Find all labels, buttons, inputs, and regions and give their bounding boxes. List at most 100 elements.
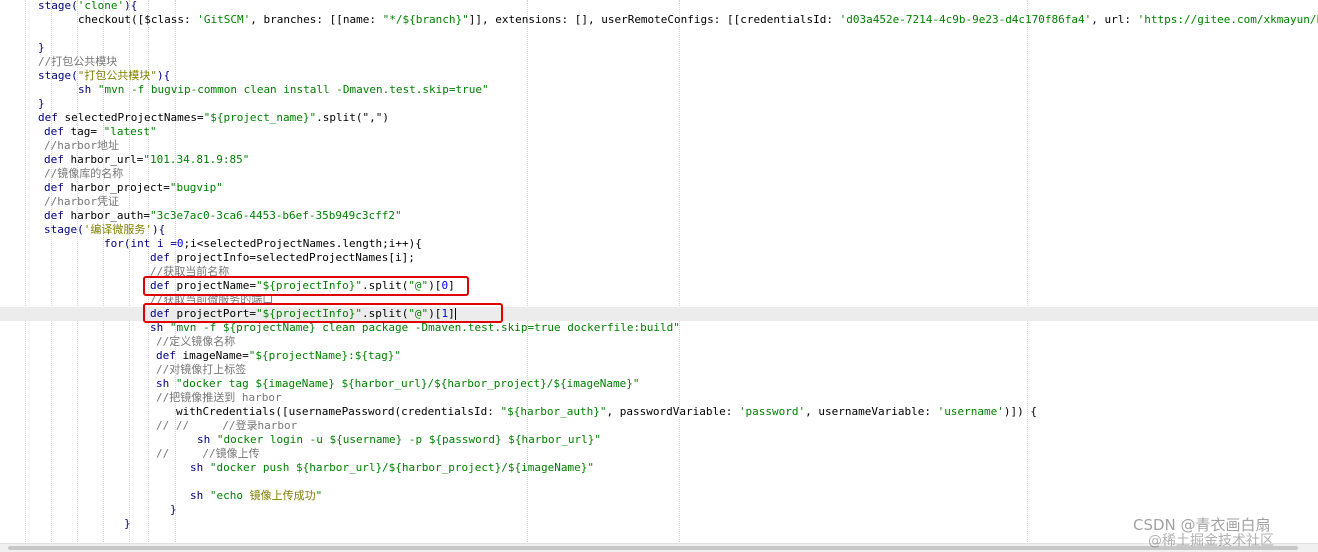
code-line-text: //把镜像推送到 harbor: [156, 391, 282, 405]
code-line[interactable]: def harbor_project="bugvip": [0, 181, 1318, 195]
code-line-text: }: [38, 97, 45, 111]
code-token: ){: [152, 223, 166, 236]
code-token: ){: [157, 69, 171, 82]
code-line[interactable]: }: [0, 503, 1318, 517]
code-line[interactable]: sh "echo 镜像上传成功": [0, 489, 1318, 503]
code-token: ]], extensions: [], userRemoteConfigs: […: [468, 13, 840, 26]
code-line[interactable]: //镜像库的名称: [0, 167, 1318, 181]
code-token: 'clone': [77, 0, 125, 12]
code-line[interactable]: def harbor_auth="3c3e7ac0-3ca6-4453-b6ef…: [0, 209, 1318, 223]
code-token: "latest": [103, 125, 157, 138]
code-line[interactable]: stage('clone'){: [0, 0, 1318, 13]
code-token: "${project_name}": [203, 111, 317, 124]
code-line-text: stage('编译微服务'){: [44, 223, 165, 237]
code-token: "3c3e7ac0-3ca6-4453-b6ef-35b949c3cff2": [149, 209, 402, 222]
code-line[interactable]: withCredentials([usernamePassword(creden…: [0, 405, 1318, 419]
code-line-text: checkout([$class: 'GitSCM', branches: [[…: [78, 13, 1318, 27]
code-token: ": [315, 489, 323, 502]
code-token: def: [150, 251, 177, 264]
code-line-text: //打包公共模块: [38, 55, 117, 69]
code-line[interactable]: }: [0, 97, 1318, 111]
code-token: , branches: [[name:: [250, 13, 383, 26]
code-token: }: [124, 517, 131, 530]
code-line[interactable]: def harbor_url="101.34.81.9:85": [0, 153, 1318, 167]
code-token: //对镜像打上标签: [156, 363, 247, 376]
code-line[interactable]: def selectedProjectNames="${project_name…: [0, 111, 1318, 125]
code-token: harbor_project=: [70, 181, 170, 194]
code-line[interactable]: //对镜像打上标签: [0, 363, 1318, 377]
code-line-text: def harbor_project="bugvip": [44, 181, 223, 195]
code-token: for(int i =: [104, 237, 177, 250]
code-token: "mvn -f bugvip-common clean install -Dma…: [97, 83, 489, 96]
code-line-text: sh "mvn -f bugvip-common clean install -…: [78, 83, 489, 97]
code-line[interactable]: checkout([$class: 'GitSCM', branches: [[…: [0, 13, 1318, 27]
code-line[interactable]: sh "docker push ${harbor_url}/${harbor_p…: [0, 461, 1318, 475]
code-line[interactable]: //打包公共模块: [0, 55, 1318, 69]
code-line[interactable]: sh "docker tag ${imageName} ${harbor_url…: [0, 377, 1318, 391]
scrollbar-thumb[interactable]: [8, 546, 1298, 550]
code-line[interactable]: def projectInfo=selectedProjectNames[i];: [0, 251, 1318, 265]
code-line-text: def harbor_url="101.34.81.9:85": [44, 153, 249, 167]
code-line[interactable]: stage("打包公共模块"){: [0, 69, 1318, 83]
code-token: 'https://gitee.com/xkmayun/b: [1137, 13, 1318, 26]
code-token: "*/${branch}": [382, 13, 469, 26]
code-line[interactable]: //harbor凭证: [0, 195, 1318, 209]
code-token: 'd03a452e-7214-4c9b-9e23-d4c170f86fa4': [839, 13, 1092, 26]
code-line[interactable]: }: [0, 41, 1318, 55]
code-line[interactable]: def tag= "latest": [0, 125, 1318, 139]
code-token: }: [38, 41, 45, 54]
csdn-watermark: CSDN @青衣画白扇: [1133, 516, 1271, 534]
code-token: sh: [190, 489, 210, 502]
code-line-text: }: [38, 41, 45, 55]
code-editor[interactable]: stage('clone'){checkout([$class: 'GitSCM…: [0, 0, 1318, 544]
code-line-text: sh "docker tag ${imageName} ${harbor_url…: [156, 377, 639, 391]
code-token: //镜像库的名称: [44, 167, 124, 180]
code-line[interactable]: sh "docker login -u ${username} -p ${pas…: [0, 433, 1318, 447]
code-token: stage(: [38, 69, 78, 82]
code-token: //打包公共模块: [38, 55, 118, 68]
code-token: 'password': [738, 405, 806, 418]
code-token: .split(","): [316, 111, 390, 124]
code-token: withCredentials([usernamePassword(creden…: [176, 405, 501, 418]
code-token: ){: [124, 0, 138, 12]
code-token: ;i<selectedProjectNames.length;i++){: [183, 237, 422, 250]
code-line[interactable]: // //镜像上传: [0, 447, 1318, 461]
code-token: "bugvip": [169, 181, 223, 194]
code-token: def: [156, 349, 183, 362]
code-token: def: [44, 153, 71, 166]
code-line-text: sh "docker push ${harbor_url}/${harbor_p…: [190, 461, 594, 475]
code-token: "echo: [209, 489, 250, 502]
horizontal-scrollbar[interactable]: [0, 543, 1318, 552]
code-line[interactable]: sh "mvn -f ${projectName} clean package …: [0, 321, 1318, 335]
code-line-text: //harbor地址: [44, 139, 119, 153]
code-line[interactable]: [0, 27, 1318, 41]
highlight-box-project-port: [143, 303, 503, 323]
code-line-text: //定义镜像名称: [156, 335, 235, 349]
code-line[interactable]: [0, 475, 1318, 489]
code-line[interactable]: //定义镜像名称: [0, 335, 1318, 349]
code-token: , passwordVariable:: [606, 405, 739, 418]
code-token: // // //登录harbor: [156, 419, 298, 432]
code-line-text: stage("打包公共模块"){: [38, 69, 170, 83]
code-line-text: def imageName="${projectName}:${tag}": [156, 349, 401, 363]
code-token: harbor_auth=: [70, 209, 150, 222]
code-token: imageName=: [182, 349, 249, 362]
code-line[interactable]: //把镜像推送到 harbor: [0, 391, 1318, 405]
code-token: projectInfo=selectedProjectNames[i];: [176, 251, 415, 264]
code-line-text: withCredentials([usernamePassword(creden…: [176, 405, 1037, 419]
code-token: 'username': [937, 405, 1004, 418]
code-line[interactable]: stage('编译微服务'){: [0, 223, 1318, 237]
code-token: //定义镜像名称: [156, 335, 236, 348]
code-token: "${harbor_auth}": [500, 405, 607, 418]
code-line-text: }: [170, 503, 177, 517]
code-line[interactable]: //harbor地址: [0, 139, 1318, 153]
code-token: '编译微服务': [83, 223, 152, 236]
code-line[interactable]: sh "mvn -f bugvip-common clean install -…: [0, 83, 1318, 97]
code-token: , url:: [1091, 13, 1138, 26]
code-line[interactable]: // // //登录harbor: [0, 419, 1318, 433]
code-line[interactable]: }: [0, 517, 1318, 531]
code-line-text: // // //登录harbor: [156, 419, 297, 433]
code-line[interactable]: for(int i =0;i<selectedProjectNames.leng…: [0, 237, 1318, 251]
code-line[interactable]: def imageName="${projectName}:${tag}": [0, 349, 1318, 363]
code-line-text: def selectedProjectNames="${project_name…: [38, 111, 389, 125]
